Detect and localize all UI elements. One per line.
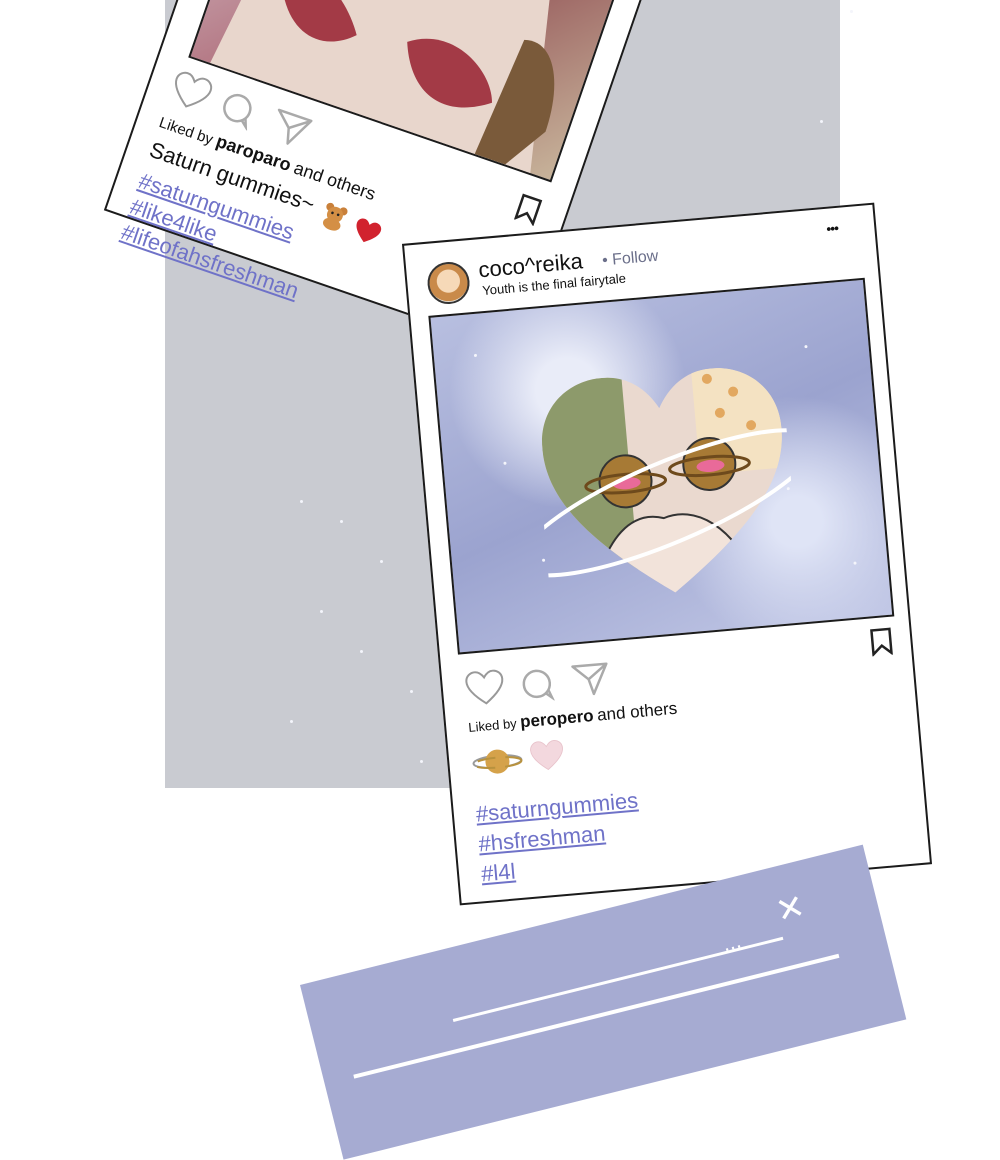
heart-icon[interactable] bbox=[464, 669, 507, 708]
hashtag-2[interactable]: #hsfreshman bbox=[477, 820, 606, 857]
liked-by-prefix: Liked by bbox=[467, 715, 518, 735]
comment-icon[interactable] bbox=[519, 666, 556, 703]
hashtag-1[interactable]: #saturngummies bbox=[475, 788, 639, 828]
post-card-main: coco^reika • Follow Youth is the final f… bbox=[401, 202, 933, 906]
share-icon[interactable] bbox=[569, 659, 612, 698]
red-heart-icon bbox=[356, 218, 382, 243]
avatar[interactable] bbox=[425, 260, 472, 306]
heart-icon[interactable] bbox=[166, 69, 216, 116]
more-options-icon[interactable]: ••• bbox=[826, 220, 839, 237]
liked-by-suffix: and others bbox=[596, 698, 679, 725]
bookmark-icon[interactable] bbox=[869, 627, 893, 657]
close-icon[interactable]: ✕ bbox=[772, 886, 809, 932]
share-icon[interactable] bbox=[266, 105, 316, 152]
liked-by-user[interactable]: peropero bbox=[519, 706, 594, 731]
panel-stroke bbox=[353, 953, 840, 1079]
heart-shaped-photo bbox=[531, 362, 801, 603]
follow-button[interactable]: • Follow bbox=[601, 248, 659, 271]
bookmark-icon[interactable] bbox=[513, 193, 543, 227]
hashtag-3[interactable]: #l4l bbox=[480, 858, 516, 887]
post-photo-main bbox=[428, 277, 895, 655]
saturn-icon bbox=[472, 749, 523, 774]
teddy-bear-icon bbox=[322, 202, 348, 231]
pink-heart-icon bbox=[530, 740, 563, 771]
comment-icon[interactable] bbox=[216, 88, 259, 132]
